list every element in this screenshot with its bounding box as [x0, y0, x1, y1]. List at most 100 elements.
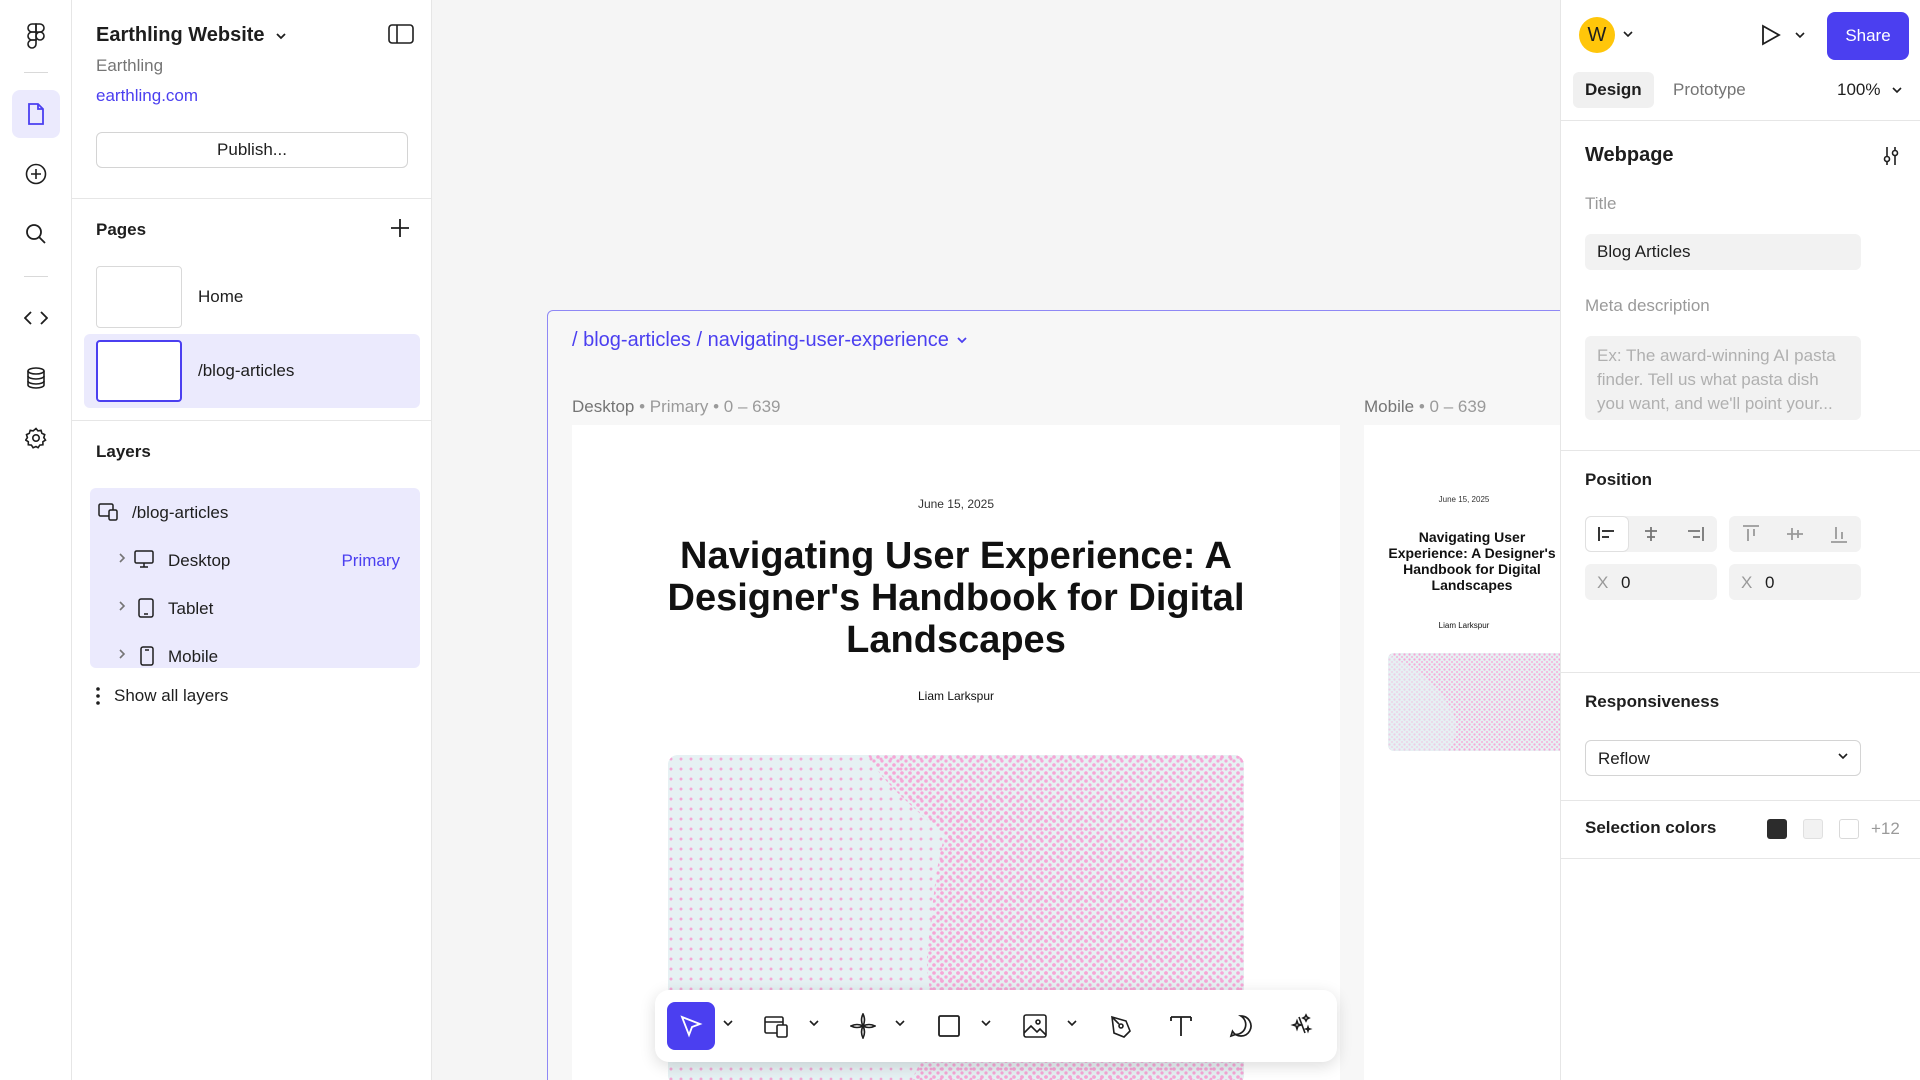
- breakpoint-primary: Primary: [649, 397, 709, 416]
- chevron-down-icon[interactable]: [809, 1020, 819, 1027]
- x-label: X: [1597, 573, 1609, 592]
- align-bottom-icon[interactable]: [1817, 516, 1861, 552]
- more-vertical-icon: [96, 687, 100, 705]
- show-all-layers-button[interactable]: Show all layers: [96, 686, 228, 706]
- horizontal-align-group: [1585, 516, 1717, 552]
- page-label: /blog-articles: [198, 361, 295, 380]
- color-swatch[interactable]: [1839, 819, 1859, 839]
- responsiveness-value: Reflow: [1598, 749, 1650, 768]
- layout-icon[interactable]: [753, 1002, 801, 1050]
- figma-logo-icon[interactable]: [12, 12, 60, 60]
- color-swatch[interactable]: [1803, 819, 1823, 839]
- rectangle-icon[interactable]: [925, 1002, 973, 1050]
- chevron-down-icon[interactable]: [981, 1020, 991, 1027]
- title-input[interactable]: [1585, 234, 1861, 270]
- breadcrumb-path[interactable]: / blog-articles / navigating-user-experi…: [572, 329, 949, 352]
- add-icon[interactable]: [12, 150, 60, 198]
- chevron-down-icon[interactable]: [1067, 1020, 1077, 1027]
- project-name[interactable]: Earthling Website: [96, 24, 265, 47]
- database-icon[interactable]: [12, 354, 60, 402]
- responsiveness-select[interactable]: Reflow: [1585, 740, 1861, 776]
- chevron-right-icon[interactable]: [118, 600, 126, 612]
- avatar[interactable]: W: [1579, 17, 1615, 53]
- chevron-down-icon: [1838, 753, 1848, 760]
- play-icon[interactable]: [1761, 24, 1781, 46]
- x-value[interactable]: 0: [1765, 573, 1774, 593]
- chevron-right-icon[interactable]: [118, 552, 126, 564]
- breakpoint-range: 0 – 639: [723, 397, 781, 416]
- image-icon[interactable]: [1011, 1002, 1059, 1050]
- align-left-icon[interactable]: [1585, 516, 1629, 552]
- chevron-down-icon[interactable]: [895, 1020, 905, 1027]
- meta-description-input[interactable]: Ex: The award-winning AI pasta finder. T…: [1585, 336, 1861, 420]
- zoom-control[interactable]: 100%: [1837, 80, 1903, 100]
- mobile-breakpoint-label[interactable]: Mobile • 0 – 639: [1364, 397, 1486, 417]
- breadcrumb[interactable]: / blog-articles / navigating-user-experi…: [572, 329, 967, 352]
- chevron-down-icon[interactable]: [275, 32, 287, 40]
- align-top-icon[interactable]: [1729, 516, 1773, 552]
- chevron-right-icon[interactable]: [118, 648, 126, 660]
- chevron-down-icon[interactable]: [957, 337, 967, 344]
- layer-desktop[interactable]: Desktop Primary: [90, 536, 420, 584]
- webpage-frame[interactable]: / blog-articles / navigating-user-experi…: [547, 310, 1560, 1080]
- share-button[interactable]: Share: [1827, 12, 1909, 60]
- divider: [72, 420, 432, 421]
- page-item-blog-articles[interactable]: /blog-articles: [84, 334, 420, 408]
- layer-tablet[interactable]: Tablet: [90, 584, 420, 632]
- right-panel: W Share Design Prototype 100% Webpage Ti…: [1560, 0, 1920, 1080]
- desktop-page-preview[interactable]: June 15, 2025 Navigating User Experience…: [572, 425, 1340, 1080]
- desktop-breakpoint-label[interactable]: Desktop • Primary • 0 – 639: [572, 397, 781, 417]
- layer-root[interactable]: /blog-articles: [90, 488, 420, 536]
- pages-heading: Pages: [96, 220, 147, 239]
- desktop-icon: [134, 550, 154, 568]
- color-swatch[interactable]: [1767, 819, 1787, 839]
- divider: [1561, 800, 1920, 801]
- align-center-icon[interactable]: [1629, 516, 1673, 552]
- canvas[interactable]: / blog-articles / navigating-user-experi…: [432, 0, 1560, 1080]
- divider: [72, 198, 432, 199]
- selection-colors-heading: Selection colors: [1585, 818, 1717, 837]
- sliders-icon[interactable]: [1881, 146, 1901, 166]
- meta-description-label: Meta description: [1585, 296, 1710, 315]
- tab-design[interactable]: Design: [1573, 72, 1654, 108]
- tab-prototype[interactable]: Prototype: [1661, 72, 1758, 108]
- more-colors-count[interactable]: +12: [1871, 819, 1900, 839]
- cursor-icon[interactable]: [667, 1002, 715, 1050]
- breakpoint-range: 0 – 639: [1429, 397, 1487, 416]
- layer-label: Tablet: [168, 599, 214, 618]
- rail-divider: [24, 276, 48, 277]
- layer-mobile[interactable]: Mobile: [90, 632, 420, 680]
- component-icon[interactable]: [839, 1002, 887, 1050]
- ai-sparkle-icon[interactable]: [1277, 1002, 1325, 1050]
- mobile-page-preview[interactable]: June 15, 2025 Navigating User Experience…: [1364, 425, 1560, 1080]
- align-right-icon[interactable]: [1673, 516, 1717, 552]
- settings-icon[interactable]: [12, 414, 60, 462]
- chevron-down-icon[interactable]: [1623, 31, 1633, 38]
- article-date: June 15, 2025: [917, 497, 995, 511]
- comment-icon[interactable]: [1217, 1002, 1265, 1050]
- sidebar-toggle-icon[interactable]: [388, 24, 414, 49]
- divider: [1561, 120, 1920, 121]
- publish-button[interactable]: Publish...: [96, 132, 408, 168]
- search-icon[interactable]: [12, 210, 60, 258]
- chevron-down-icon[interactable]: [723, 1020, 733, 1027]
- page-item-home[interactable]: Home: [84, 260, 420, 334]
- show-all-layers-label: Show all layers: [114, 686, 229, 705]
- text-icon[interactable]: [1157, 1002, 1205, 1050]
- chevron-down-icon[interactable]: [1795, 32, 1805, 39]
- x-value[interactable]: 0: [1621, 573, 1630, 593]
- align-middle-icon[interactable]: [1773, 516, 1817, 552]
- page-icon[interactable]: [12, 90, 60, 138]
- breakpoint-name: Desktop: [572, 397, 635, 416]
- divider: [1561, 672, 1920, 673]
- add-page-icon[interactable]: [390, 218, 410, 243]
- project-switcher[interactable]: Earthling Website: [96, 24, 287, 47]
- x-position-field[interactable]: X 0: [1729, 564, 1861, 600]
- site-domain-link[interactable]: earthling.com: [96, 86, 198, 106]
- title-label: Title: [1585, 194, 1617, 213]
- x-position-field[interactable]: X 0: [1585, 564, 1717, 600]
- pen-icon[interactable]: [1097, 1002, 1145, 1050]
- code-icon[interactable]: [12, 294, 60, 342]
- icon-rail: [0, 0, 72, 1080]
- divider: [1561, 858, 1920, 859]
